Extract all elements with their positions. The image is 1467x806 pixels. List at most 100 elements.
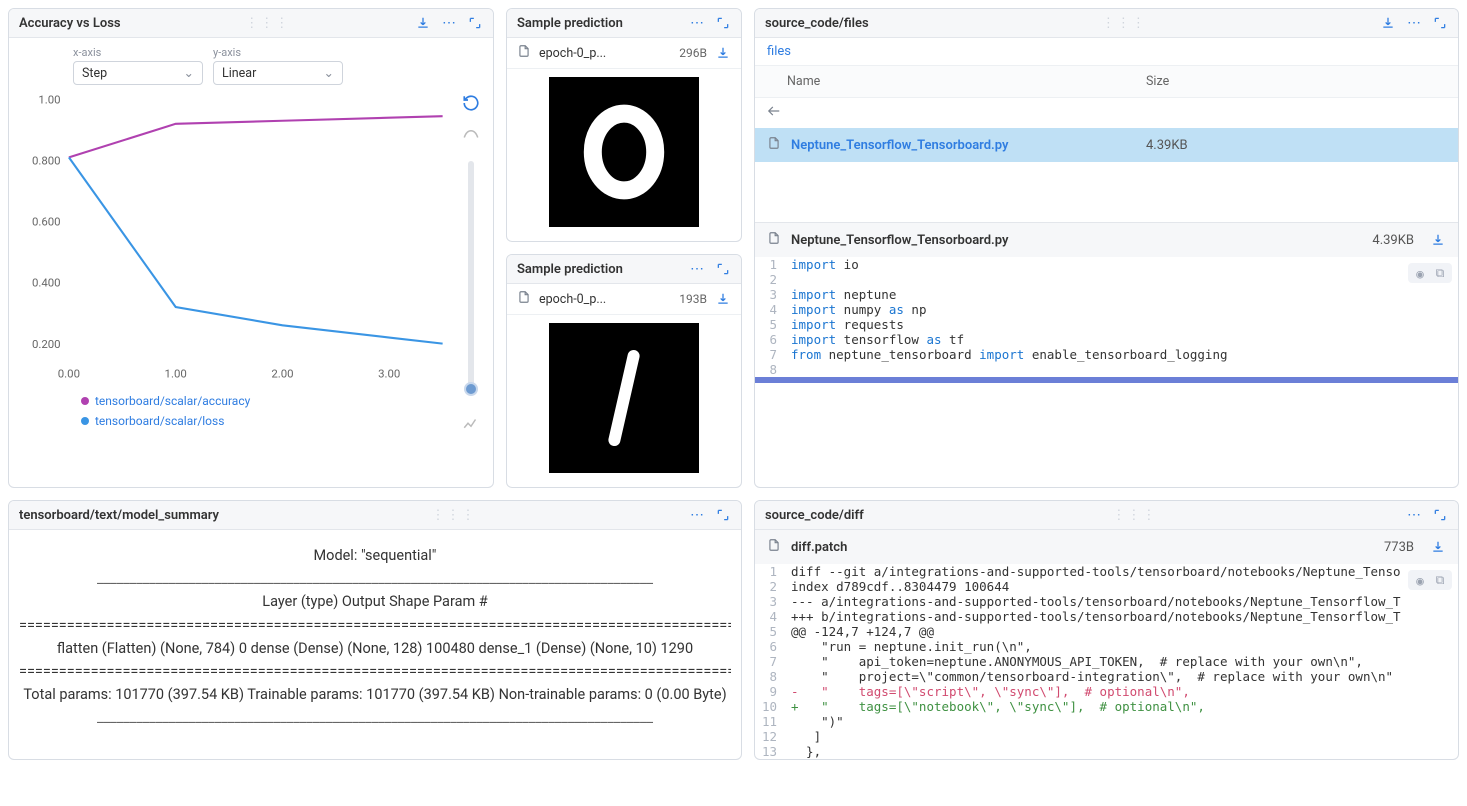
download-icon[interactable]: [1380, 15, 1396, 31]
panel-title: Accuracy vs Loss: [19, 16, 121, 31]
expand-icon[interactable]: [1432, 507, 1448, 523]
files-breadcrumb[interactable]: files: [755, 38, 1458, 65]
code-line: 10+ " tags=[\"notebook\", \"sync\"], # o…: [755, 699, 1458, 714]
code-line: 1diff --git a/integrations-and-supported…: [755, 564, 1458, 579]
download-icon[interactable]: [415, 15, 431, 31]
axis-controls: x-axis Step ⌄ y-axis Linear ⌄: [9, 38, 493, 85]
chevron-down-icon: ⌄: [324, 65, 334, 81]
summary-totals-line: Total params: 101770 (397.54 KB) Trainab…: [19, 683, 731, 706]
preview-file-name: Neptune_Tensorflow_Tensorboard.py: [791, 233, 1362, 248]
svg-text:0.600: 0.600: [32, 215, 61, 229]
col-name: Name: [767, 74, 1146, 89]
up-folder-icon: [767, 107, 781, 122]
panel-header: Accuracy vs Loss ⋮⋮⋮ ⋯: [9, 9, 493, 38]
download-icon[interactable]: [715, 291, 731, 307]
more-icon[interactable]: ⋯: [1406, 507, 1422, 523]
eye-icon[interactable]: ◉: [1412, 572, 1428, 588]
file-name: epoch-0_p...: [539, 292, 671, 307]
legend-dot-icon: [81, 397, 89, 405]
legend-label: tensorboard/scalar/loss: [95, 414, 224, 428]
file-row[interactable]: Neptune_Tensorflow_Tensorboard.py 4.39KB: [755, 128, 1458, 162]
expand-icon[interactable]: [467, 15, 483, 31]
code-overlay-toolbar: ◉ ⧉: [1408, 263, 1452, 283]
reset-zoom-icon[interactable]: [461, 93, 481, 113]
model-summary-panel: tensorboard/text/model_summary ⋮⋮⋮ ⋯ Mod…: [8, 500, 742, 760]
code-line: 4import numpy as np: [755, 302, 1458, 317]
sample-prediction-panel-a: Sample prediction ⋯ epoch-0_p... 296B: [506, 8, 742, 242]
drag-handle-icon[interactable]: ⋮⋮⋮: [1102, 16, 1147, 31]
eye-icon[interactable]: ◉: [1412, 265, 1428, 281]
files-table-header: Name Size: [755, 65, 1458, 98]
more-icon[interactable]: ⋯: [689, 15, 705, 31]
smoothing-slider[interactable]: [468, 161, 474, 396]
summary-model-line: Model: "sequential": [19, 544, 731, 567]
legend-label: tensorboard/scalar/accuracy: [95, 394, 250, 408]
download-icon[interactable]: [1430, 232, 1446, 248]
legend-item-loss[interactable]: tensorboard/scalar/loss: [81, 414, 453, 428]
col-size: Size: [1146, 74, 1446, 89]
more-icon[interactable]: ⋯: [1406, 15, 1422, 31]
sample-file-row: epoch-0_p... 296B: [507, 38, 741, 69]
summary-layers-line: flatten (Flatten) (None, 784) 0 dense (D…: [19, 637, 731, 660]
code-line: 1import io: [755, 257, 1458, 272]
more-icon[interactable]: ⋯: [689, 507, 705, 523]
panel-title: source_code/diff: [765, 508, 864, 523]
copy-icon[interactable]: ⧉: [1432, 572, 1448, 588]
expand-icon[interactable]: [715, 15, 731, 31]
code-line: 11 ")": [755, 714, 1458, 729]
download-icon[interactable]: [715, 45, 731, 61]
expand-icon[interactable]: [715, 261, 731, 277]
expand-icon[interactable]: [715, 507, 731, 523]
code-line: 2index d789cdf..8304479 100644: [755, 579, 1458, 594]
download-icon[interactable]: [1430, 539, 1446, 555]
code-line: 5@@ -124,7 +124,7 @@: [755, 624, 1458, 639]
drag-handle-icon[interactable]: ⋮⋮⋮: [431, 508, 476, 523]
file-name: epoch-0_p...: [539, 46, 671, 61]
smoothing-icon[interactable]: [461, 123, 481, 143]
slider-thumb[interactable]: [464, 382, 478, 396]
breadcrumb-text: files: [767, 44, 791, 59]
svg-text:3.00: 3.00: [378, 367, 400, 381]
sample-prediction-panel-b: Sample prediction ⋯ epoch-0_p... 193B: [506, 254, 742, 488]
more-icon[interactable]: ⋯: [689, 261, 705, 277]
file-size: 4.39KB: [1146, 138, 1446, 153]
source-diff-panel: source_code/diff ⋮⋮⋮ ⋯ diff.patch 773B ◉…: [754, 500, 1459, 760]
chart-area[interactable]: 0.2000.4000.6000.8001.000.001.002.003.00…: [17, 89, 453, 434]
code-line: 6 "run = neptune.init_run(\n",: [755, 639, 1458, 654]
files-up-row[interactable]: [755, 98, 1458, 128]
file-icon: [517, 290, 531, 308]
svg-text:0.200: 0.200: [32, 337, 61, 351]
code-line: 8: [755, 362, 1458, 377]
code-line: 9- " tags=[\"script\", \"sync\"], # opti…: [755, 684, 1458, 699]
preview-file-size: 4.39KB: [1372, 233, 1420, 248]
code-line: 7from neptune_tensorboard import enable_…: [755, 347, 1458, 362]
drag-handle-icon[interactable]: ⋮⋮⋮: [1112, 508, 1157, 523]
y-axis-value: Linear: [222, 66, 256, 81]
code-line: 4+++ b/integrations-and-supported-tools/…: [755, 609, 1458, 624]
y-axis-dropdown[interactable]: Linear ⌄: [213, 61, 343, 85]
code-line: 3import neptune: [755, 287, 1458, 302]
svg-text:0.400: 0.400: [32, 276, 61, 290]
chart-side-tools: [457, 89, 485, 434]
code-line: 3--- a/integrations-and-supported-tools/…: [755, 594, 1458, 609]
chart-type-icon[interactable]: [461, 414, 481, 434]
more-icon[interactable]: ⋯: [441, 15, 457, 31]
file-size: 296B: [679, 46, 707, 60]
diff-file-header: diff.patch 773B: [755, 530, 1458, 564]
sample-file-row: epoch-0_p... 193B: [507, 284, 741, 315]
file-icon: [767, 136, 781, 154]
x-axis-label: x-axis: [73, 46, 203, 59]
line-chart: 0.2000.4000.6000.8001.000.001.002.003.00: [17, 89, 453, 390]
diff-preview[interactable]: ◉ ⧉ 1diff --git a/integrations-and-suppo…: [755, 564, 1458, 759]
drag-handle-icon[interactable]: ⋮⋮⋮: [245, 16, 290, 31]
code-line: 8 " project=\"common/tensorboard-integra…: [755, 669, 1458, 684]
expand-icon[interactable]: [1432, 15, 1448, 31]
code-preview[interactable]: ◉ ⧉ 1import io23import neptune4import nu…: [755, 257, 1458, 377]
code-line: 6import tensorflow as tf: [755, 332, 1458, 347]
legend-item-accuracy[interactable]: tensorboard/scalar/accuracy: [81, 394, 453, 408]
x-axis-dropdown[interactable]: Step ⌄: [73, 61, 203, 85]
copy-icon[interactable]: ⧉: [1432, 265, 1448, 281]
panel-title: tensorboard/text/model_summary: [19, 508, 219, 523]
panel-title: source_code/files: [765, 16, 869, 31]
code-line: 13 },: [755, 744, 1458, 759]
